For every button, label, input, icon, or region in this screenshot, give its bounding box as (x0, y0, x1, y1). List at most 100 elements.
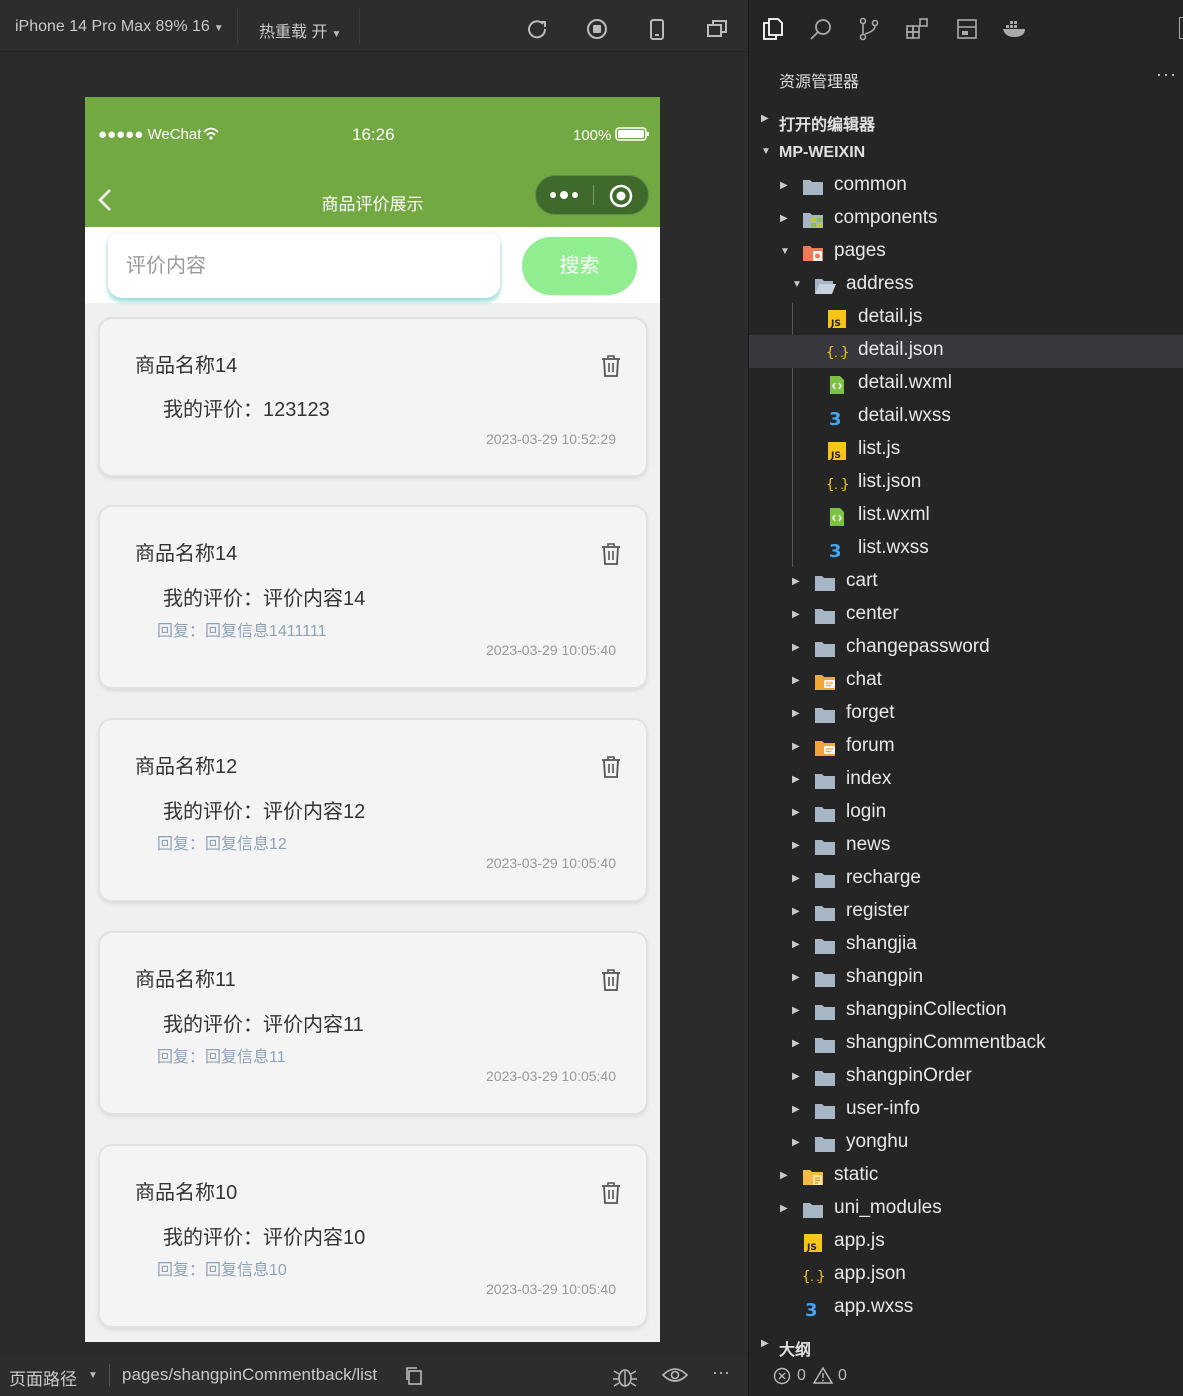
section-project[interactable]: ▼ MP-WEIXIN (749, 137, 1183, 170)
tree-folder-center[interactable]: ▶ center (749, 599, 1183, 632)
tree-folder-common[interactable]: ▶ common (749, 170, 1183, 203)
search-icon[interactable] (809, 17, 833, 41)
copy-icon[interactable] (405, 1367, 423, 1385)
tree-item-label: static (834, 1164, 879, 1185)
comment-card[interactable]: 商品名称10 我的评价：评价内容10 回复：回复信息10 2023-03-29 10:… (100, 1146, 646, 1326)
trash-icon[interactable] (600, 755, 622, 779)
tree-file-app-wxss[interactable]: 3 app.wxss (749, 1292, 1183, 1325)
my-comment: 我的评价：评价内容12 (163, 801, 366, 823)
search-button[interactable]: 搜索 (522, 237, 637, 295)
tree-folder-static[interactable]: ▶ static (749, 1160, 1183, 1193)
trash-icon[interactable] (600, 542, 622, 566)
debug-bug-icon[interactable] (612, 1364, 638, 1388)
tree-folder-shangpinCommentback[interactable]: ▶ shangpinCommentback (749, 1028, 1183, 1061)
trash-icon[interactable] (600, 1181, 622, 1205)
chevron-right-icon: ▶ (792, 906, 800, 917)
stop-icon[interactable] (586, 18, 608, 40)
folder-icon (814, 1134, 836, 1154)
hot-reload-toggle[interactable]: 热重载 开 ▼ (259, 18, 341, 42)
chevron-down-icon: ▼ (780, 246, 790, 257)
tree-file-list-js[interactable]: JS list.js (749, 434, 1183, 467)
chevron-down-icon: ▼ (761, 146, 771, 157)
layout-icon[interactable] (955, 17, 979, 41)
tree-file-app-js[interactable]: JS app.js (749, 1226, 1183, 1259)
simulator-pane: iPhone 14 Pro Max 89% 16 ▼ 热重载 开 ▼ ●●●●● W… (0, 0, 748, 1396)
section-outline[interactable]: ▶ 大纲 (749, 1329, 1183, 1362)
more-actions-icon[interactable]: ··· (1156, 64, 1177, 85)
reply-text: 回复：回复信息12 (157, 836, 287, 853)
folder-icon (814, 1068, 836, 1088)
page-path: pages/shangpinCommentback/list (122, 1365, 378, 1384)
tree-item-label: forum (846, 735, 895, 756)
trash-icon[interactable] (600, 968, 622, 992)
tree-folder-index[interactable]: ▶ index (749, 764, 1183, 797)
section-open-editors[interactable]: ▶ 打开的编辑器 (749, 104, 1183, 137)
docker-icon[interactable] (1001, 17, 1029, 41)
more-options-icon[interactable]: ··· (712, 1362, 730, 1383)
tree-item-label: app.js (834, 1230, 885, 1251)
tree-folder-chat[interactable]: ▶ chat (749, 665, 1183, 698)
tree-folder-shangpinOrder[interactable]: ▶ shangpinOrder (749, 1061, 1183, 1094)
tree-item-label: cart (846, 570, 878, 591)
tree-folder-register[interactable]: ▶ register (749, 896, 1183, 929)
tree-folder-shangpinCollection[interactable]: ▶ shangpinCollection (749, 995, 1183, 1028)
comment-time: 2023-03-29 10:05:40 (486, 642, 616, 658)
tree-file-detail-json[interactable]: {}.. detail.json (749, 335, 1183, 368)
tree-folder-user-info[interactable]: ▶ user-info (749, 1094, 1183, 1127)
tree-folder-recharge[interactable]: ▶ recharge (749, 863, 1183, 896)
tree-folder-uni_modules[interactable]: ▶ uni_modules (749, 1193, 1183, 1226)
tree-file-detail-wxss[interactable]: 3 detail.wxss (749, 401, 1183, 434)
comment-time: 2023-03-29 10:05:40 (486, 855, 616, 871)
tree-file-app-json[interactable]: {}.. app.json (749, 1259, 1183, 1292)
extensions-icon[interactable] (905, 17, 929, 41)
more-dots-icon[interactable] (548, 189, 580, 201)
tree-folder-yonghu[interactable]: ▶ yonghu (749, 1127, 1183, 1160)
files-icon[interactable] (761, 17, 785, 41)
tree-folder-changepassword[interactable]: ▶ changepassword (749, 632, 1183, 665)
tree-item-label: register (846, 900, 910, 921)
chevron-right-icon: ▶ (780, 180, 788, 191)
tree-folder-address[interactable]: ▼ address (749, 269, 1183, 302)
problems-status[interactable]: 0 0 (749, 1362, 1183, 1396)
tree-item-label: detail.wxss (858, 405, 951, 426)
chevron-right-icon: ▶ (792, 840, 800, 851)
phone-preview-icon[interactable] (646, 18, 668, 40)
detach-window-icon[interactable] (706, 18, 728, 40)
tree-file-list-wxss[interactable]: 3 list.wxss (749, 533, 1183, 566)
tree-folder-shangpin[interactable]: ▶ shangpin (749, 962, 1183, 995)
tree-file-detail-js[interactable]: JS detail.js (749, 302, 1183, 335)
wxss-icon: 3 (826, 408, 848, 430)
panel-edge-icon (1179, 17, 1183, 39)
tree-folder-login[interactable]: ▶ login (749, 797, 1183, 830)
search-input[interactable] (108, 234, 500, 298)
tree-folder-shangjia[interactable]: ▶ shangjia (749, 929, 1183, 962)
tree-item-label: app.wxss (834, 1296, 914, 1317)
preview-eye-icon[interactable] (662, 1366, 688, 1384)
device-selector[interactable]: iPhone 14 Pro Max 89% 16 ▼ (15, 18, 224, 36)
source-control-icon[interactable] (857, 17, 881, 41)
error-icon (773, 1367, 791, 1385)
comment-card[interactable]: 商品名称14 我的评价：123123 2023-03-29 10:52:29 (100, 319, 646, 475)
tree-folder-news[interactable]: ▶ news (749, 830, 1183, 863)
refresh-icon[interactable] (526, 18, 548, 40)
tree-folder-cart[interactable]: ▶ cart (749, 566, 1183, 599)
comment-card[interactable]: 商品名称14 我的评价：评价内容14 回复：回复信息1411111 2023-03-2… (100, 507, 646, 687)
tree-item-label: list.json (858, 471, 922, 492)
tree-file-list-json[interactable]: {}.. list.json (749, 467, 1183, 500)
tree-folder-pages[interactable]: ▼ pages (749, 236, 1183, 269)
close-miniprogram-icon[interactable] (609, 184, 633, 208)
tree-item-label: yonghu (846, 1131, 909, 1152)
trash-icon[interactable] (600, 354, 622, 378)
tree-folder-forum[interactable]: ▶ forum (749, 731, 1183, 764)
tree-file-list-wxml[interactable]: list.wxml (749, 500, 1183, 533)
folder-icon (814, 1035, 836, 1055)
tree-file-detail-wxml[interactable]: detail.wxml (749, 368, 1183, 401)
tree-item-label: center (846, 603, 899, 624)
tree-folder-components[interactable]: ▶ components (749, 203, 1183, 236)
product-name: 商品名称12 (135, 756, 238, 778)
comment-card[interactable]: 商品名称11 我的评价：评价内容11 回复：回复信息11 2023-03-29 10:… (100, 933, 646, 1113)
tree-folder-forget[interactable]: ▶ forget (749, 698, 1183, 731)
page-path-label[interactable]: 页面路径 (9, 1365, 77, 1390)
comment-card[interactable]: 商品名称12 我的评价：评价内容12 回复：回复信息12 2023-03-29 10:… (100, 720, 646, 900)
folder-icon (814, 804, 836, 824)
